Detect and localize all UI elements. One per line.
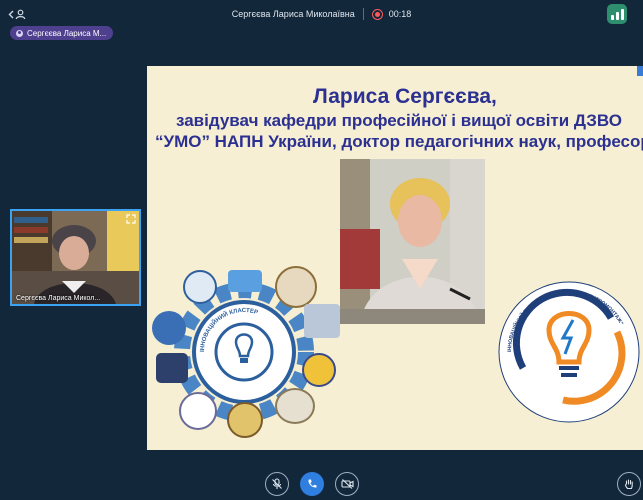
raise-hand-button[interactable]	[617, 472, 641, 496]
phone-icon	[308, 479, 317, 488]
self-video-feed	[12, 211, 139, 304]
end-call-button[interactable]	[300, 472, 324, 496]
badge-pu-seal	[179, 392, 217, 430]
raise-hand-icon	[625, 479, 633, 490]
badge-round-seal	[275, 266, 317, 308]
active-speaker-chip[interactable]: Сергєєва Лариса М...	[10, 26, 114, 40]
expand-icon[interactable]	[126, 214, 136, 224]
call-participant-name: Сергєєва Лариса Миколаївна	[231, 9, 355, 19]
badge-elephant	[275, 388, 315, 424]
camera-off-icon	[340, 479, 354, 489]
active-speaker-name: Сергєєва Лариса М...	[27, 28, 107, 38]
slide-speaker-name: Лариса Сергєєва,	[313, 85, 497, 108]
camera-toggle-button[interactable]	[335, 472, 359, 496]
network-quality-button[interactable]	[607, 4, 627, 24]
badge-graduate	[183, 270, 217, 304]
participants-icon	[15, 9, 26, 19]
record-icon	[371, 8, 383, 20]
signal-strength-icon	[610, 15, 614, 20]
call-top-bar: Сергєєва Лариса Миколаївна 00:18	[0, 0, 643, 28]
badge-building	[304, 304, 340, 338]
recording-indicator[interactable]: 00:18	[371, 8, 412, 20]
speaker-portrait-photo	[340, 159, 485, 324]
call-controls-bar	[0, 468, 643, 500]
call-header: Сергєєва Лариса Миколаївна 00:18	[0, 8, 643, 20]
mic-off-icon	[272, 478, 282, 489]
badge-blue-seal	[152, 311, 186, 345]
back-button[interactable]	[8, 5, 30, 23]
badge-gold-seal	[227, 402, 263, 438]
slide-degree-line: “УМО” НАПН України, доктор педагогічних …	[155, 132, 643, 151]
speaker-avatar-icon	[16, 29, 23, 37]
slide-edge-marker	[637, 66, 643, 76]
header-divider	[362, 8, 364, 20]
badge-yellow-seal	[302, 353, 336, 387]
cluster-lightbulb-logo: ІННОВАЦІЙНИЙ ВІДДІЛЕНИЙ КЛАСТЕР "ЕЛЕКТРО…	[498, 281, 640, 423]
badge-handshake	[228, 270, 262, 292]
slide-position-line: завідувач кафедри професійної і вищої ос…	[176, 111, 622, 130]
self-view-name: Сергєєва Лариса Микол...	[16, 295, 101, 302]
mute-button[interactable]	[265, 472, 289, 496]
signal-bar	[620, 9, 624, 20]
recording-timer: 00:18	[388, 9, 412, 19]
self-video-tile[interactable]: Сергєєва Лариса Микол...	[10, 209, 141, 306]
badge-shield	[156, 353, 188, 383]
signal-bar	[615, 12, 619, 20]
shared-screen-slide: Лариса Сергєєва, завідувач кафедри профе…	[147, 66, 643, 450]
back-arrow-icon	[8, 10, 14, 18]
